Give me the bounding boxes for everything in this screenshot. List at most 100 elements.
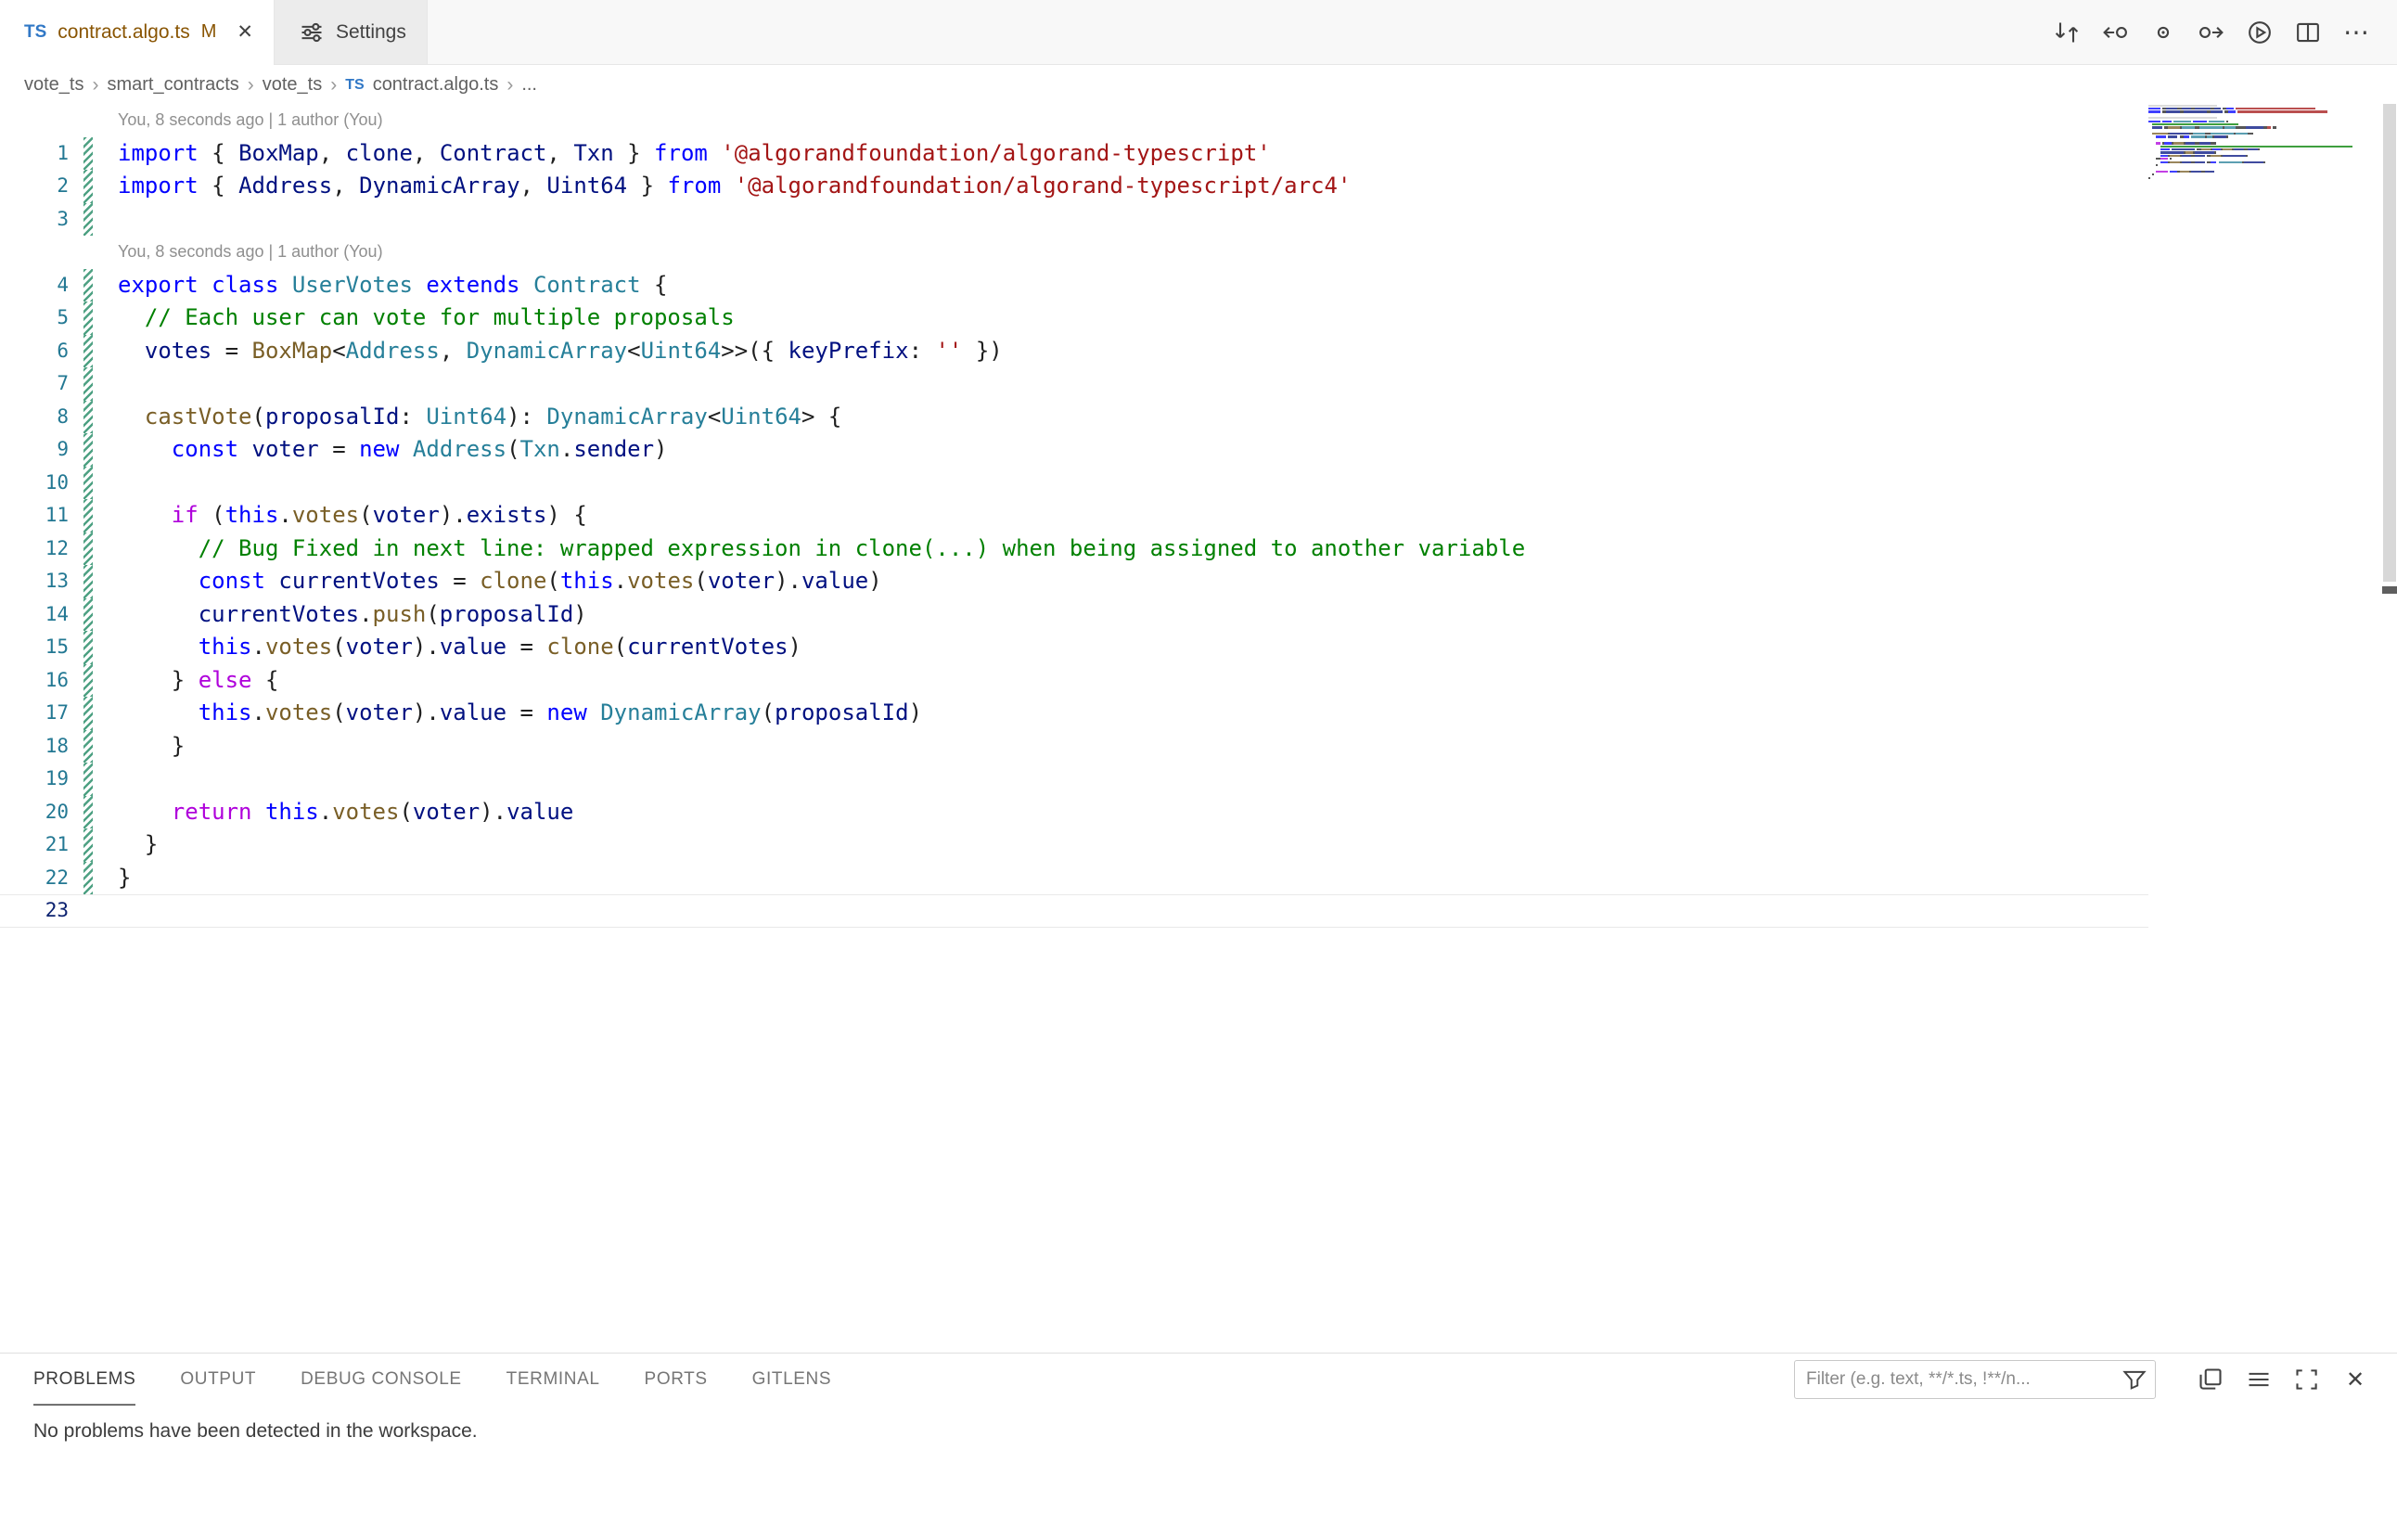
code-editor[interactable]: You, 8 seconds ago | 1 author (You)1impo… [0, 104, 2148, 928]
line-number[interactable]: 5 [0, 302, 69, 335]
filter-funnel-icon[interactable] [2122, 1367, 2147, 1392]
code-line[interactable]: 4export class UserVotes extends Contract… [0, 269, 2148, 302]
git-added-gutter-decoration[interactable] [83, 862, 93, 895]
line-number[interactable]: 23 [0, 894, 69, 928]
close-panel-icon[interactable]: ✕ [2341, 1366, 2369, 1393]
line-number[interactable]: 13 [0, 565, 69, 598]
git-added-gutter-decoration[interactable] [83, 467, 93, 500]
git-added-gutter-decoration[interactable] [83, 796, 93, 829]
line-number[interactable]: 18 [0, 730, 69, 764]
compare-changes-icon[interactable] [2054, 19, 2080, 45]
code-line[interactable]: 7 [0, 367, 2148, 401]
line-number[interactable]: 8 [0, 401, 69, 434]
line-number[interactable]: 1 [0, 137, 69, 171]
split-editor-icon[interactable] [2295, 19, 2321, 45]
git-added-gutter-decoration[interactable] [83, 565, 93, 598]
line-number[interactable]: 14 [0, 598, 69, 632]
problems-filter-input[interactable] [1794, 1360, 2156, 1399]
git-added-gutter-decoration[interactable] [83, 631, 93, 664]
git-added-gutter-decoration[interactable] [83, 730, 93, 764]
code-line[interactable]: 2import { Address, DynamicArray, Uint64 … [0, 170, 2148, 203]
panel-tab-problems[interactable]: PROBLEMS [33, 1354, 135, 1405]
line-number[interactable]: 9 [0, 433, 69, 467]
line-number[interactable]: 11 [0, 499, 69, 533]
line-number[interactable]: 16 [0, 664, 69, 698]
breadcrumb-item[interactable]: vote_ts [24, 74, 83, 96]
run-button-icon[interactable] [2247, 19, 2273, 45]
close-tab-icon[interactable]: ✕ [237, 20, 253, 44]
line-number[interactable]: 21 [0, 828, 69, 862]
git-added-gutter-decoration[interactable] [83, 533, 93, 566]
view-as-table-icon[interactable] [2197, 1366, 2224, 1393]
codelens-text[interactable]: You, 8 seconds ago | 1 author (You) [118, 236, 383, 269]
line-number[interactable]: 19 [0, 763, 69, 796]
git-added-gutter-decoration[interactable] [83, 433, 93, 467]
code-line[interactable]: 15 this.votes(voter).value = clone(curre… [0, 631, 2148, 664]
code-line[interactable]: 6 votes = BoxMap<Address, DynamicArray<U… [0, 335, 2148, 368]
codelens-text[interactable]: You, 8 seconds ago | 1 author (You) [118, 104, 383, 137]
editor-scrollbar[interactable] [2382, 104, 2397, 1353]
line-number[interactable]: 20 [0, 796, 69, 829]
git-added-gutter-decoration[interactable] [83, 367, 93, 401]
code-line[interactable]: 19 [0, 763, 2148, 796]
code-line[interactable]: 17 this.votes(voter).value = new Dynamic… [0, 697, 2148, 730]
code-line[interactable]: 13 const currentVotes = clone(this.votes… [0, 565, 2148, 598]
panel-tab-gitlens[interactable]: GITLENS [752, 1354, 832, 1405]
panel-tab-terminal[interactable]: TERMINAL [506, 1354, 600, 1405]
minimap[interactable] [2148, 104, 2356, 183]
tab-contract-algo-ts[interactable]: TS contract.algo.ts M ✕ [0, 0, 275, 64]
git-added-gutter-decoration[interactable] [83, 598, 93, 632]
git-added-gutter-decoration[interactable] [83, 302, 93, 335]
panel-tab-debug-console[interactable]: DEBUG CONSOLE [301, 1354, 462, 1405]
code-line[interactable]: 20 return this.votes(voter).value [0, 796, 2148, 829]
breadcrumb-item-file[interactable]: contract.algo.ts [373, 74, 499, 96]
git-added-gutter-decoration[interactable] [83, 170, 93, 203]
collapse-all-icon[interactable] [2245, 1366, 2273, 1393]
line-number[interactable]: 7 [0, 367, 69, 401]
line-number[interactable]: 4 [0, 269, 69, 302]
scrollbar-thumb[interactable] [2383, 104, 2396, 582]
panel-tab-output[interactable]: OUTPUT [180, 1354, 256, 1405]
line-number[interactable]: 10 [0, 467, 69, 500]
git-added-gutter-decoration[interactable] [83, 697, 93, 730]
breadcrumb-item-symbol[interactable]: ... [521, 74, 537, 96]
git-added-gutter-decoration[interactable] [83, 763, 93, 796]
code-line[interactable]: 22} [0, 862, 2148, 895]
git-added-gutter-decoration[interactable] [83, 664, 93, 698]
git-added-gutter-decoration[interactable] [83, 335, 93, 368]
git-added-gutter-decoration[interactable] [83, 499, 93, 533]
more-actions-icon[interactable]: ⋯ [2343, 19, 2369, 45]
line-number[interactable]: 15 [0, 631, 69, 664]
code-line[interactable]: 1import { BoxMap, clone, Contract, Txn }… [0, 137, 2148, 171]
line-number[interactable]: 22 [0, 862, 69, 895]
line-number[interactable]: 17 [0, 697, 69, 730]
maximize-panel-icon[interactable] [2293, 1366, 2321, 1393]
next-change-icon[interactable] [2198, 19, 2224, 45]
previous-change-icon[interactable] [2102, 19, 2128, 45]
git-added-gutter-decoration[interactable] [83, 137, 93, 171]
breadcrumb-item[interactable]: smart_contracts [107, 74, 238, 96]
line-number[interactable]: 3 [0, 203, 69, 237]
code-line[interactable]: 5 // Each user can vote for multiple pro… [0, 302, 2148, 335]
code-line[interactable]: 8 castVote(proposalId: Uint64): DynamicA… [0, 401, 2148, 434]
tab-settings[interactable]: Settings [275, 0, 428, 64]
git-added-gutter-decoration[interactable] [83, 828, 93, 862]
git-added-gutter-decoration[interactable] [83, 203, 93, 237]
code-line[interactable]: 21 } [0, 828, 2148, 862]
breadcrumb-item[interactable]: vote_ts [263, 74, 322, 96]
code-line[interactable]: 16 } else { [0, 664, 2148, 698]
code-line[interactable]: 14 currentVotes.push(proposalId) [0, 598, 2148, 632]
line-number[interactable]: 6 [0, 335, 69, 368]
line-number[interactable]: 12 [0, 533, 69, 566]
code-line[interactable]: 9 const voter = new Address(Txn.sender) [0, 433, 2148, 467]
code-line[interactable]: 3 [0, 203, 2148, 237]
code-line[interactable]: 18 } [0, 730, 2148, 764]
code-line[interactable]: 12 // Bug Fixed in next line: wrapped ex… [0, 533, 2148, 566]
line-number[interactable]: 2 [0, 170, 69, 203]
code-line[interactable]: 10 [0, 467, 2148, 500]
code-line[interactable]: 11 if (this.votes(voter).exists) { [0, 499, 2148, 533]
open-change-icon[interactable] [2150, 19, 2176, 45]
git-added-gutter-decoration[interactable] [83, 401, 93, 434]
code-line[interactable]: 23 [0, 894, 2148, 928]
panel-tab-ports[interactable]: PORTS [645, 1354, 708, 1405]
